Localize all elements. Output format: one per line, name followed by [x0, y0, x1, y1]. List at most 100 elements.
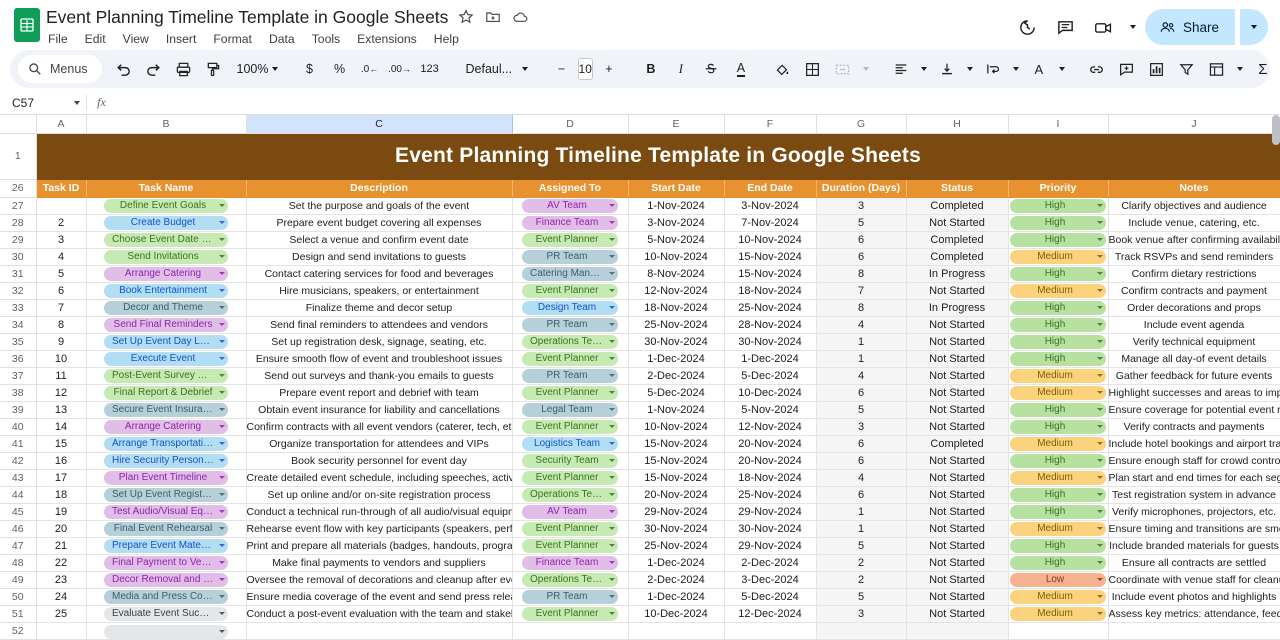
priority-chip[interactable]: High [1010, 334, 1106, 349]
document-title[interactable]: Event Planning Timeline Template in Goog… [46, 7, 448, 28]
chevron-down-icon[interactable] [609, 493, 615, 496]
cell-start-date[interactable]: 30-Nov-2024 [627, 519, 725, 538]
cell-notes[interactable]: Order decorations and props [1107, 298, 1280, 317]
chevron-down-icon[interactable] [1097, 476, 1103, 479]
cell-start-date[interactable]: 1-Nov-2024 [627, 400, 725, 419]
cell-description[interactable]: Set up online and/or on-site registratio… [245, 485, 513, 504]
chevron-down-icon[interactable] [1097, 374, 1103, 377]
chevron-down-icon[interactable] [219, 323, 225, 326]
chevron-down-icon[interactable] [219, 459, 225, 462]
cell-priority[interactable]: High [1007, 315, 1109, 334]
cell-task-id[interactable]: 4 [35, 247, 87, 266]
chevron-down-icon[interactable] [1097, 391, 1103, 394]
priority-chip[interactable]: Medium [1010, 589, 1106, 604]
chevron-down-icon[interactable] [219, 510, 225, 513]
cell-task-id[interactable]: 22 [35, 553, 87, 572]
cell-description[interactable]: Book security personnel for event day [245, 451, 513, 470]
cell-status[interactable]: Not Started [905, 417, 1009, 436]
cell-end-date[interactable]: 10-Dec-2024 [723, 383, 817, 402]
merge-cells-button[interactable] [829, 55, 857, 83]
vertical-scrollbar[interactable] [1272, 115, 1280, 145]
task-name-chip[interactable]: Evaluate Event Success [104, 606, 228, 621]
text-wrapping-button[interactable] [979, 55, 1007, 83]
cell-status[interactable]: Not Started [905, 332, 1009, 351]
cell-status[interactable]: Not Started [905, 213, 1009, 232]
cell-notes[interactable]: Gather feedback for future events [1107, 366, 1280, 385]
row-header-1[interactable]: 1 [0, 132, 37, 180]
filter-button[interactable] [1173, 55, 1201, 83]
priority-chip[interactable]: High [1010, 198, 1106, 213]
cell-duration[interactable]: 1 [815, 502, 907, 521]
assigned-to-chip[interactable]: Operations Team [522, 572, 618, 587]
cell-status[interactable]: Not Started [905, 349, 1009, 368]
cell-description[interactable]: Oversee the removal of decorations and c… [245, 570, 513, 589]
priority-chip[interactable]: Medium [1010, 606, 1106, 621]
task-name-chip[interactable]: Decor Removal and Clean-Up [104, 572, 228, 587]
chevron-down-icon[interactable] [1097, 357, 1103, 360]
chevron-down-icon[interactable] [219, 527, 225, 530]
pivot-dropdown-icon[interactable] [1233, 55, 1247, 83]
cell-priority[interactable]: High [1007, 230, 1109, 249]
assigned-to-chip[interactable]: Logistics Team [522, 436, 618, 451]
menu-extensions[interactable]: Extensions [355, 31, 419, 47]
cloud-saved-icon[interactable] [511, 8, 529, 26]
assigned-to-chip[interactable]: Legal Team [522, 402, 618, 417]
row-header-46[interactable]: 46 [0, 519, 37, 538]
strikethrough-button[interactable] [697, 55, 725, 83]
cell-status[interactable]: Not Started [905, 570, 1009, 589]
cell-description[interactable]: Prepare event report and debrief with te… [245, 383, 513, 402]
cell-notes[interactable]: Include event photos and highlights [1107, 587, 1280, 606]
cell-assigned-to[interactable] [511, 621, 629, 640]
column-header-j[interactable]: J [1107, 115, 1280, 134]
chevron-down-icon[interactable] [219, 595, 225, 598]
chevron-down-icon[interactable] [219, 493, 225, 496]
chevron-down-icon[interactable] [219, 408, 225, 411]
cell-duration[interactable]: 2 [815, 570, 907, 589]
percent-format-button[interactable]: % [326, 55, 354, 83]
cell-assigned-to[interactable]: Operations Team [511, 570, 629, 589]
chevron-down-icon[interactable] [1097, 527, 1103, 530]
cell-duration[interactable]: 1 [815, 349, 907, 368]
cell-task-name[interactable] [85, 621, 247, 640]
cell-end-date[interactable]: 20-Nov-2024 [723, 451, 817, 470]
text-rotation-button[interactable]: A [1025, 55, 1053, 83]
comment-icon[interactable] [1049, 10, 1083, 44]
cell-task-name[interactable]: Define Event Goals [85, 196, 247, 215]
cell-task-name[interactable]: Send Invitations [85, 247, 247, 266]
chevron-down-icon[interactable] [1097, 272, 1103, 275]
cell-start-date[interactable]: 10-Nov-2024 [627, 417, 725, 436]
cell-task-id[interactable]: 14 [35, 417, 87, 436]
cell-notes[interactable]: Ensure timing and transitions are smooth [1107, 519, 1280, 538]
cell-priority[interactable]: Medium [1007, 434, 1109, 453]
cell-duration[interactable]: 1 [815, 519, 907, 538]
row-header-26[interactable]: 26 [0, 178, 37, 198]
menu-help[interactable]: Help [432, 31, 461, 47]
priority-chip[interactable]: High [1010, 419, 1106, 434]
chevron-down-icon[interactable] [219, 255, 225, 258]
cell-task-id[interactable]: 16 [35, 451, 87, 470]
select-all-corner[interactable] [0, 115, 37, 134]
assigned-to-chip[interactable]: Design Team [522, 300, 618, 315]
cell-task-name[interactable]: Prepare Event Materials [85, 536, 247, 555]
row-header-48[interactable]: 48 [0, 553, 37, 572]
chevron-down-icon[interactable] [609, 357, 615, 360]
cell-assigned-to[interactable]: Logistics Team [511, 434, 629, 453]
cell-status[interactable]: Not Started [905, 366, 1009, 385]
cell-assigned-to[interactable]: Event Planner [511, 230, 629, 249]
cell-priority[interactable]: High [1007, 502, 1109, 521]
cell-assigned-to[interactable]: Catering Manager [511, 264, 629, 283]
chevron-down-icon[interactable] [609, 527, 615, 530]
task-name-chip[interactable]: Prepare Event Materials [104, 538, 228, 553]
cell-task-id[interactable]: 20 [35, 519, 87, 538]
assigned-to-chip[interactable]: AV Team [522, 198, 618, 213]
cell-end-date[interactable]: 18-Nov-2024 [723, 468, 817, 487]
task-name-chip[interactable]: Post-Event Survey & Thank ... [104, 368, 228, 383]
assigned-to-chip[interactable]: PR Team [522, 249, 618, 264]
cell-end-date[interactable]: 30-Nov-2024 [723, 519, 817, 538]
assigned-to-chip[interactable]: Finance Team [522, 215, 618, 230]
chevron-down-icon[interactable] [219, 238, 225, 241]
search-menus-button[interactable]: Menus [18, 55, 102, 83]
borders-button[interactable] [799, 55, 827, 83]
cell-task-id[interactable]: 5 [35, 264, 87, 283]
cell-start-date[interactable]: 3-Nov-2024 [627, 213, 725, 232]
